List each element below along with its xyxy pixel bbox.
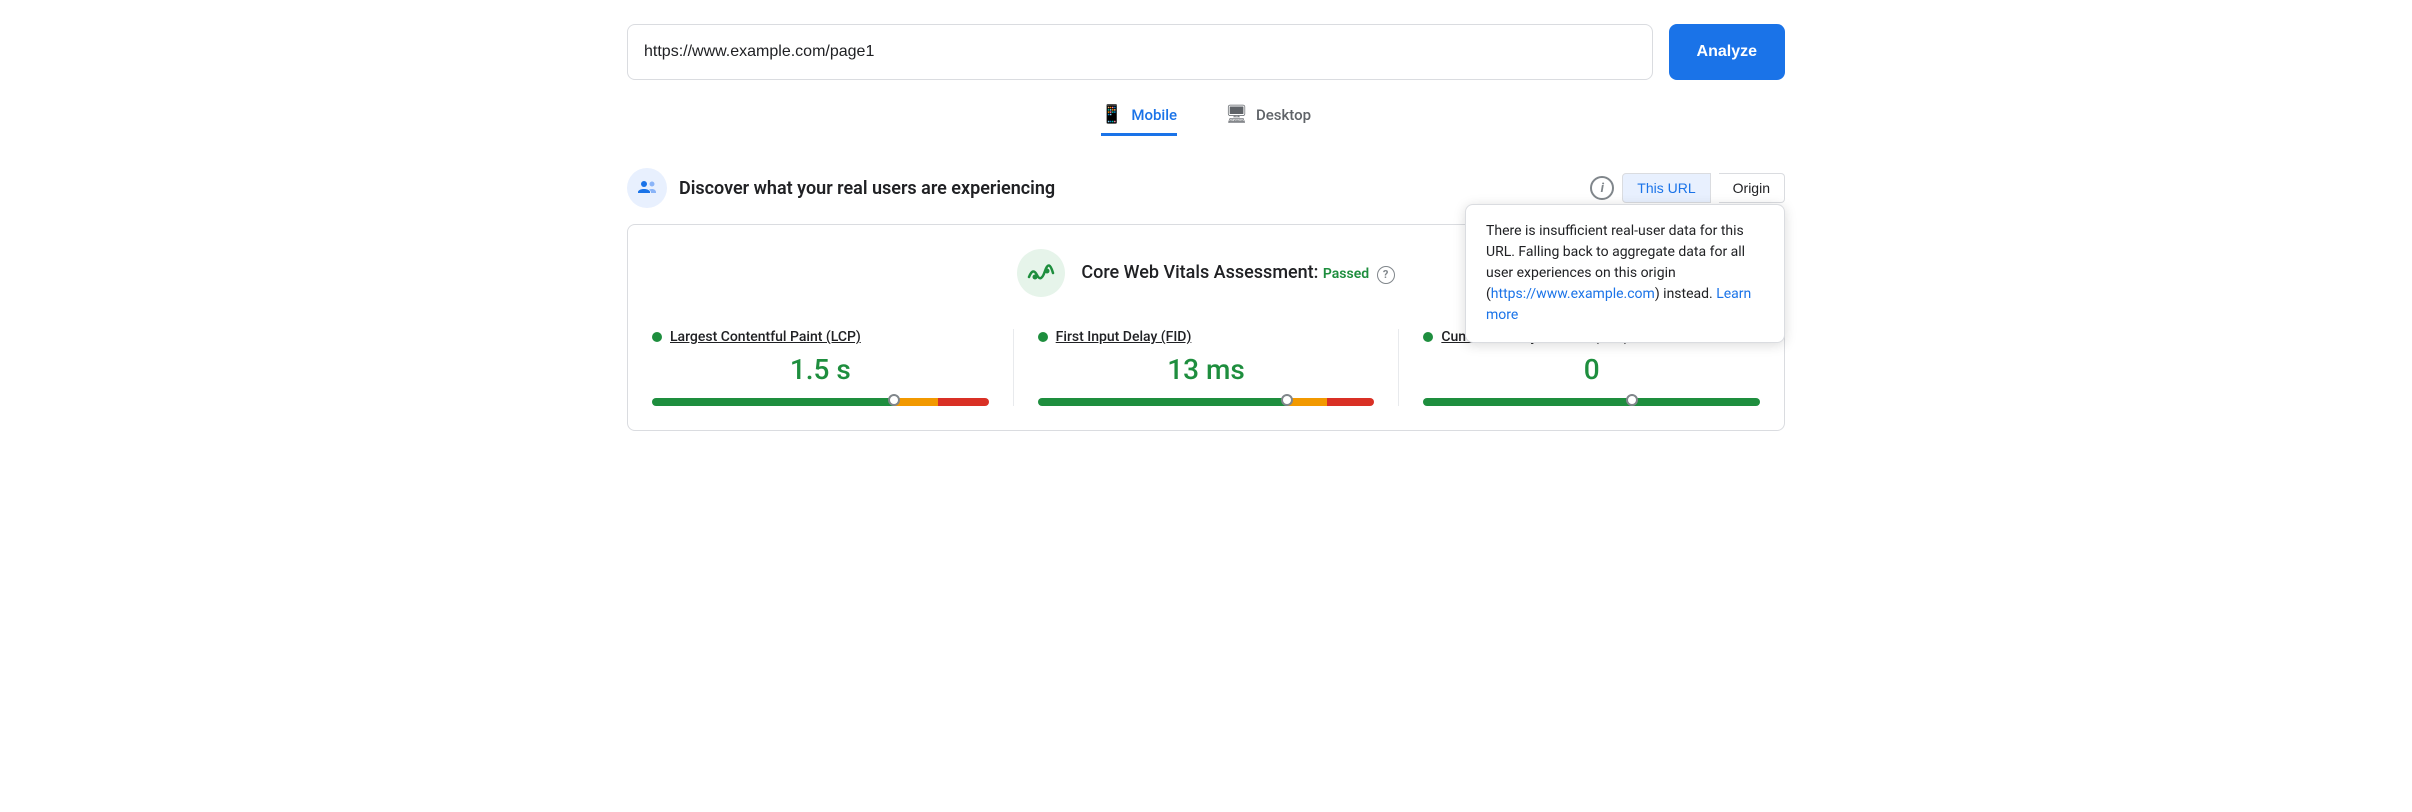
tab-desktop[interactable]: 🖥 Desktop	[1225, 104, 1311, 136]
metric-fid-label-row: First Input Delay (FID)	[1038, 329, 1375, 345]
lcp-bar-green	[652, 398, 894, 406]
fid-bar-green	[1038, 398, 1287, 406]
tab-mobile[interactable]: 📱 Mobile	[1101, 104, 1177, 136]
tab-mobile-label: Mobile	[1131, 106, 1177, 124]
fid-indicator	[1281, 394, 1293, 406]
cls-value: 0	[1423, 353, 1760, 386]
desktop-icon: 🖥	[1225, 104, 1248, 125]
lcp-bar-red	[938, 398, 989, 406]
toggle-origin-button[interactable]: Origin	[1719, 173, 1785, 203]
tooltip-popup: There is insufficient real-user data for…	[1465, 204, 1785, 343]
info-icon[interactable]: i	[1590, 176, 1614, 200]
section-header: Discover what your real users are experi…	[627, 168, 1785, 208]
tab-desktop-label: Desktop	[1256, 106, 1311, 124]
toggle-this-url-button[interactable]: This URL	[1622, 173, 1710, 203]
section-title: Discover what your real users are experi…	[679, 178, 1055, 199]
lcp-dot	[652, 332, 662, 342]
metric-fid: First Input Delay (FID) 13 ms	[1014, 329, 1400, 406]
analyze-button[interactable]: Analyze	[1669, 24, 1785, 80]
fid-bar	[1038, 398, 1375, 406]
url-input[interactable]	[627, 24, 1653, 80]
tooltip-origin-link[interactable]: https://www.example.com	[1491, 286, 1655, 302]
metric-lcp-label-row: Largest Contentful Paint (LCP)	[652, 329, 989, 345]
cwv-status: Passed	[1323, 266, 1369, 282]
cls-indicator	[1626, 394, 1638, 406]
device-tabs: 📱 Mobile 🖥 Desktop	[627, 104, 1785, 136]
lcp-bar-orange	[894, 398, 938, 406]
lcp-bar	[652, 398, 989, 406]
url-origin-toggle: i This URL Origin There is insufficient …	[1590, 173, 1785, 203]
info-icon-label: i	[1601, 181, 1604, 196]
cwv-title-prefix: Core Web Vitals Assessment:	[1081, 262, 1323, 283]
section-title-group: Discover what your real users are experi…	[627, 168, 1055, 208]
fid-label[interactable]: First Input Delay (FID)	[1056, 329, 1192, 345]
fid-dot	[1038, 332, 1048, 342]
cwv-title: Core Web Vitals Assessment: Passed ?	[1081, 262, 1394, 283]
lcp-indicator	[888, 394, 900, 406]
url-bar-section: Analyze	[627, 24, 1785, 80]
cwv-icon	[1017, 249, 1065, 297]
fid-bar-orange	[1287, 398, 1327, 406]
metric-lcp: Largest Contentful Paint (LCP) 1.5 s	[652, 329, 1014, 406]
cwv-question-icon[interactable]: ?	[1377, 266, 1395, 284]
mobile-icon: 📱	[1101, 104, 1123, 125]
cls-bar-green	[1423, 398, 1760, 406]
cls-dot	[1423, 332, 1433, 342]
lcp-label[interactable]: Largest Contentful Paint (LCP)	[670, 329, 861, 345]
fid-bar-red	[1327, 398, 1374, 406]
cls-bar	[1423, 398, 1760, 406]
lcp-value: 1.5 s	[652, 353, 989, 386]
users-icon	[627, 168, 667, 208]
fid-value: 13 ms	[1038, 353, 1375, 386]
tooltip-text-after: ) instead.	[1655, 286, 1713, 302]
